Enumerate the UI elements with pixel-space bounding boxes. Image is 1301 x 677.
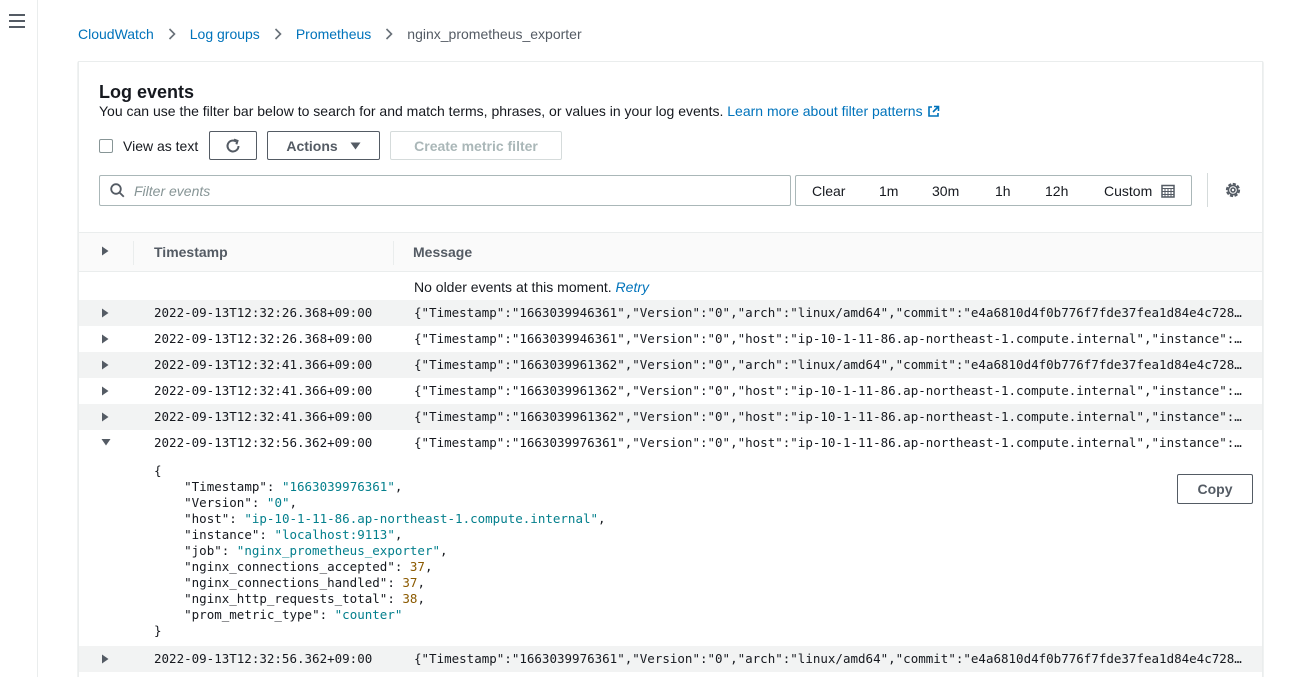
table-row[interactable]: 2022-09-13T12:32:41.366+09:00 {"Timestam… — [79, 352, 1262, 378]
view-as-text-label[interactable]: View as text — [123, 138, 198, 154]
caret-right-icon[interactable] — [101, 334, 109, 344]
no-older-events-notice: No older events at this moment. Retry — [414, 279, 649, 295]
time-option-12h[interactable]: 12h — [1045, 183, 1068, 199]
table-row-expanded[interactable]: 2022-09-13T12:32:56.362+09:00 {"Timestam… — [79, 430, 1262, 456]
time-option-1h[interactable]: 1h — [995, 183, 1011, 199]
refresh-icon — [224, 137, 242, 155]
refresh-button[interactable] — [209, 131, 257, 160]
breadcrumb-current: nginx_prometheus_exporter — [407, 26, 582, 42]
row-timestamp: 2022-09-13T12:32:41.366+09:00 — [154, 409, 373, 424]
row-message: {"Timestamp":"1663039976361","Version":"… — [414, 435, 1246, 450]
column-header-message[interactable]: Message — [413, 244, 472, 260]
custom-label[interactable]: Custom — [1104, 183, 1152, 199]
caret-right-icon[interactable] — [101, 654, 109, 664]
table-row[interactable]: 2022-09-13T12:32:26.368+09:00 {"Timestam… — [79, 326, 1262, 352]
json-line: "Version": "0", — [154, 495, 298, 510]
no-older-text: No older events at this moment. — [414, 279, 612, 295]
learn-more-link[interactable]: Learn more about filter patterns — [727, 103, 939, 119]
filter-row: Clear 1m 30m 1h 12h Custom — [99, 173, 1249, 207]
table-header: Timestamp Message — [79, 232, 1262, 272]
row-timestamp: 2022-09-13T12:32:26.368+09:00 — [154, 331, 373, 346]
json-line: "instance": "localhost:9113", — [154, 527, 403, 542]
panel-title: Log events — [99, 82, 195, 102]
caret-right-icon[interactable] — [101, 360, 109, 370]
column-header-timestamp[interactable]: Timestamp — [154, 244, 228, 260]
toolbar: View as text Actions Create metric filte… — [99, 130, 1249, 160]
table-row[interactable]: 2022-09-13T12:32:41.366+09:00 {"Timestam… — [79, 404, 1262, 430]
chevron-right-icon — [274, 28, 282, 40]
json-line: "job": "nginx_prometheus_exporter", — [154, 543, 448, 558]
json-line: "Timestamp": "1663039976361", — [154, 479, 403, 494]
panel-description: You can use the filter bar below to sear… — [99, 103, 940, 121]
gear-icon[interactable] — [1224, 181, 1242, 199]
hamburger-menu-icon[interactable] — [9, 14, 25, 28]
toolbar-divider — [1207, 173, 1208, 207]
json-line: "host": "ip-10-1-11-86.ap-northeast-1.co… — [154, 511, 606, 526]
breadcrumb-log-groups[interactable]: Log groups — [190, 26, 260, 42]
log-events-panel: Log events You can use the filter bar be… — [78, 61, 1263, 677]
breadcrumb-cloudwatch[interactable]: CloudWatch — [78, 26, 154, 42]
table-row[interactable]: 2022-09-13T12:32:26.368+09:00 {"Timestam… — [79, 300, 1262, 326]
breadcrumb-prometheus[interactable]: Prometheus — [296, 26, 371, 42]
filter-events-box[interactable] — [99, 175, 791, 206]
search-icon — [110, 183, 125, 198]
actions-label[interactable]: Actions — [286, 138, 337, 154]
expand-all-caret-icon[interactable] — [101, 246, 109, 256]
row-message: {"Timestamp":"1663039946361","Version":"… — [414, 331, 1246, 346]
row-timestamp: 2022-09-13T12:32:26.368+09:00 — [154, 305, 373, 320]
caret-right-icon[interactable] — [101, 386, 109, 396]
view-as-text-checkbox[interactable] — [99, 139, 113, 153]
time-range-selector: Clear 1m 30m 1h 12h Custom — [795, 175, 1192, 206]
json-line: "nginx_http_requests_total": 38, — [154, 591, 425, 606]
caret-down-icon — [350, 142, 361, 150]
caret-right-icon[interactable] — [101, 308, 109, 318]
time-option-custom[interactable]: Custom — [1104, 183, 1175, 199]
filter-events-input[interactable] — [134, 182, 774, 199]
column-divider — [133, 241, 134, 265]
view-as-text-toggle[interactable]: View as text — [99, 138, 198, 154]
json-line: "nginx_connections_accepted": 37, — [154, 559, 433, 574]
calendar-icon — [1161, 184, 1175, 198]
caret-right-icon[interactable] — [101, 412, 109, 422]
time-option-clear[interactable]: Clear — [812, 183, 845, 199]
retry-link[interactable]: Retry — [616, 279, 649, 295]
time-option-1m[interactable]: 1m — [879, 183, 898, 199]
row-message: {"Timestamp":"1663039946361","Version":"… — [414, 305, 1246, 320]
description-text: You can use the filter bar below to sear… — [99, 103, 724, 119]
breadcrumb: CloudWatch Log groups Prometheus nginx_p… — [78, 26, 582, 42]
external-link-icon — [927, 105, 940, 121]
left-navigation-rail — [0, 0, 38, 677]
create-metric-filter-button[interactable]: Create metric filter — [390, 131, 562, 160]
row-timestamp: 2022-09-13T12:32:41.366+09:00 — [154, 357, 373, 372]
actions-dropdown-button[interactable]: Actions — [267, 131, 380, 160]
learn-more-label[interactable]: Learn more about filter patterns — [727, 103, 922, 119]
row-timestamp: 2022-09-13T12:32:56.362+09:00 — [154, 435, 373, 450]
json-line: "prom_metric_type": "counter" — [154, 607, 403, 622]
row-timestamp: 2022-09-13T12:32:41.366+09:00 — [154, 383, 373, 398]
expanded-json-view: { "Timestamp": "1663039976361", "Version… — [154, 463, 606, 639]
json-line: "nginx_connections_handled": 37, — [154, 575, 425, 590]
copy-button[interactable]: Copy — [1177, 474, 1253, 504]
chevron-right-icon — [168, 28, 176, 40]
row-message: {"Timestamp":"1663039961362","Version":"… — [414, 383, 1246, 398]
chevron-right-icon — [385, 28, 393, 40]
table-row[interactable]: 2022-09-13T12:32:41.366+09:00 {"Timestam… — [79, 378, 1262, 404]
row-message: {"Timestamp":"1663039961362","Version":"… — [414, 409, 1246, 424]
json-open-brace: { — [154, 463, 162, 478]
time-option-30m[interactable]: 30m — [932, 183, 959, 199]
caret-down-icon[interactable] — [101, 438, 111, 446]
row-timestamp: 2022-09-13T12:32:56.362+09:00 — [154, 651, 373, 666]
row-message: {"Timestamp":"1663039961362","Version":"… — [414, 357, 1246, 372]
table-row[interactable]: 2022-09-13T12:32:56.362+09:00 {"Timestam… — [79, 646, 1262, 672]
json-close-brace: } — [154, 623, 162, 638]
row-message: {"Timestamp":"1663039976361","Version":"… — [414, 651, 1246, 666]
column-divider — [393, 241, 394, 265]
